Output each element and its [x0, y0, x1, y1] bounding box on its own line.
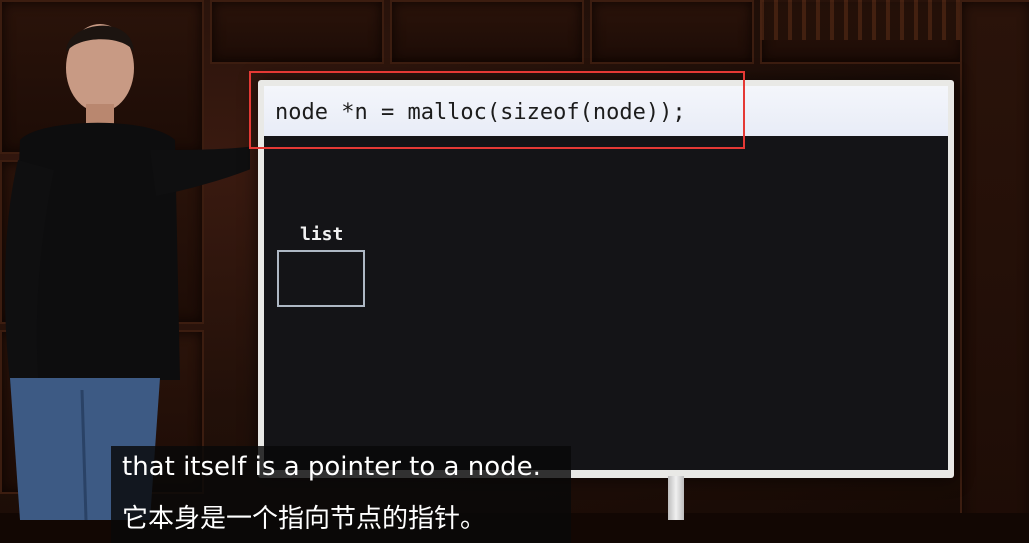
code-bar: node *n = malloc(sizeof(node));: [264, 86, 948, 136]
video-frame: node *n = malloc(sizeof(node)); list tha…: [0, 0, 1029, 543]
display-board: node *n = malloc(sizeof(node)); list: [258, 80, 954, 478]
list-label: list: [300, 224, 344, 245]
board-screen: node *n = malloc(sizeof(node)); list: [264, 86, 948, 470]
wood-panel: [390, 0, 584, 64]
subtitle-english: that itself is a pointer to a node.: [122, 452, 541, 482]
balcony-railing: [760, 0, 960, 40]
subtitle-panel: that itself is a pointer to a node. 它本身是…: [111, 446, 571, 543]
list-pointer-box: [277, 250, 365, 307]
subtitle-chinese: 它本身是一个指向节点的指针。: [122, 504, 487, 534]
code-line: node *n = malloc(sizeof(node));: [275, 100, 686, 125]
wood-panel: [960, 0, 1029, 543]
wood-panel: [590, 0, 754, 64]
board-stand: [668, 476, 684, 520]
